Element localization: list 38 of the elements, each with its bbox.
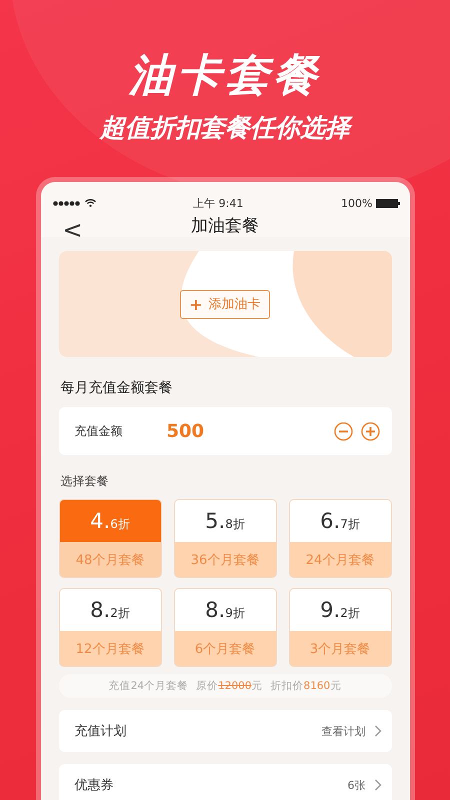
discount-price: 折扣价8160元 [270,679,342,693]
plan-period: 6个月套餐 [194,640,256,658]
amount-label: 充值金额 [74,422,124,440]
discount-value: 9.2折 [320,598,360,622]
plan-period: 36个月套餐 [190,552,260,568]
battery-icon [376,198,400,208]
plus-button[interactable] [360,422,380,440]
chevron-icon [374,725,382,737]
minus-button[interactable] [334,422,352,440]
plan-option[interactable]: 5.8折 36个月套餐 [174,499,276,578]
plan-period: 3个月套餐 [310,640,370,658]
back-button[interactable]: < [58,216,87,244]
battery-percent: 100% [341,196,372,210]
signal-icon [52,200,80,206]
page-title: 加油套餐 [191,215,259,237]
discount-value: 6.7折 [320,509,360,533]
plan-option[interactable]: 6.7折 24个月套餐 [288,499,392,578]
discount-value: 4.6折 [90,509,130,533]
status-time: 上午 9:41 [193,196,244,210]
original-price: 原价12000元 [196,679,263,693]
plan-option[interactable]: 9.2折 3个月套餐 [288,588,392,667]
plan-period: 24个月套餐 [306,552,374,568]
promo-title: 油卡套餐 [129,49,321,103]
plan-period: 48个月套餐 [76,552,144,568]
plan-period: 12个月套餐 [76,640,144,658]
discount-value: 5.8折 [205,509,245,533]
summary-plan: 充值24个月套餐 [108,679,188,693]
list-row[interactable]: 优惠券 6张 [58,764,392,800]
plans-title: 选择套餐 [60,473,110,490]
amount-value: 500 [166,420,206,442]
plan-option[interactable]: 8.2折 12个月套餐 [58,588,162,667]
list-row[interactable]: 充值计划 查看计划 [58,710,392,752]
discount-value: 8.2折 [90,598,130,622]
chevron-icon [374,779,382,791]
section-title: 每月充值金额套餐 [60,379,174,397]
discount-value: 8.9折 [205,598,245,622]
plan-option[interactable]: 8.9折 6个月套餐 [174,588,276,667]
wifi-icon [84,199,96,207]
